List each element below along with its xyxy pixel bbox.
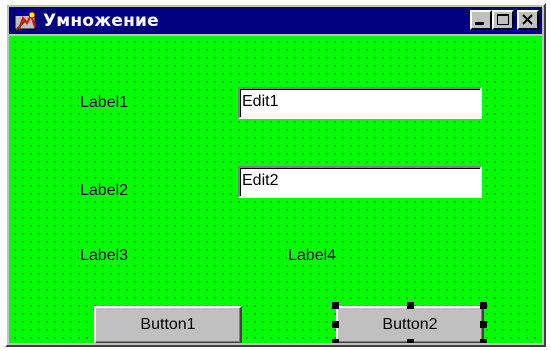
form-client-area[interactable]: Label1 Edit1 Label2 Edit2 Label3 Label4 … <box>9 36 542 343</box>
title-bar[interactable]: Умножение <box>9 7 542 34</box>
window-title: Умножение <box>43 10 159 31</box>
edit2-field[interactable]: Edit2 <box>238 166 482 198</box>
minimize-button[interactable] <box>470 10 492 30</box>
label4: Label4 <box>287 247 338 265</box>
minimize-icon <box>475 22 484 25</box>
close-button[interactable] <box>517 10 539 30</box>
close-icon <box>522 14 533 25</box>
selection-handle[interactable] <box>332 302 339 309</box>
maximize-button[interactable] <box>492 10 514 30</box>
button2[interactable]: Button2 <box>336 306 484 343</box>
selection-handle[interactable] <box>480 339 487 343</box>
selection-handle[interactable] <box>407 302 414 309</box>
form-window: Умножение Label1 Edit1 Label2 Edit2 Labe… <box>5 3 546 347</box>
selection-handle[interactable] <box>480 302 487 309</box>
selection-handle[interactable] <box>480 321 487 328</box>
label2: Label2 <box>79 182 130 200</box>
button1[interactable]: Button1 <box>94 306 242 343</box>
delphi-form-icon <box>14 11 36 31</box>
edit1-field[interactable]: Edit1 <box>238 87 482 119</box>
label3: Label3 <box>79 247 130 265</box>
maximize-icon <box>497 14 509 25</box>
selection-handle[interactable] <box>332 339 339 343</box>
title-buttons <box>470 10 539 30</box>
label1: Label1 <box>79 94 130 112</box>
selection-handle[interactable] <box>407 339 414 343</box>
selection-handle[interactable] <box>332 321 339 328</box>
